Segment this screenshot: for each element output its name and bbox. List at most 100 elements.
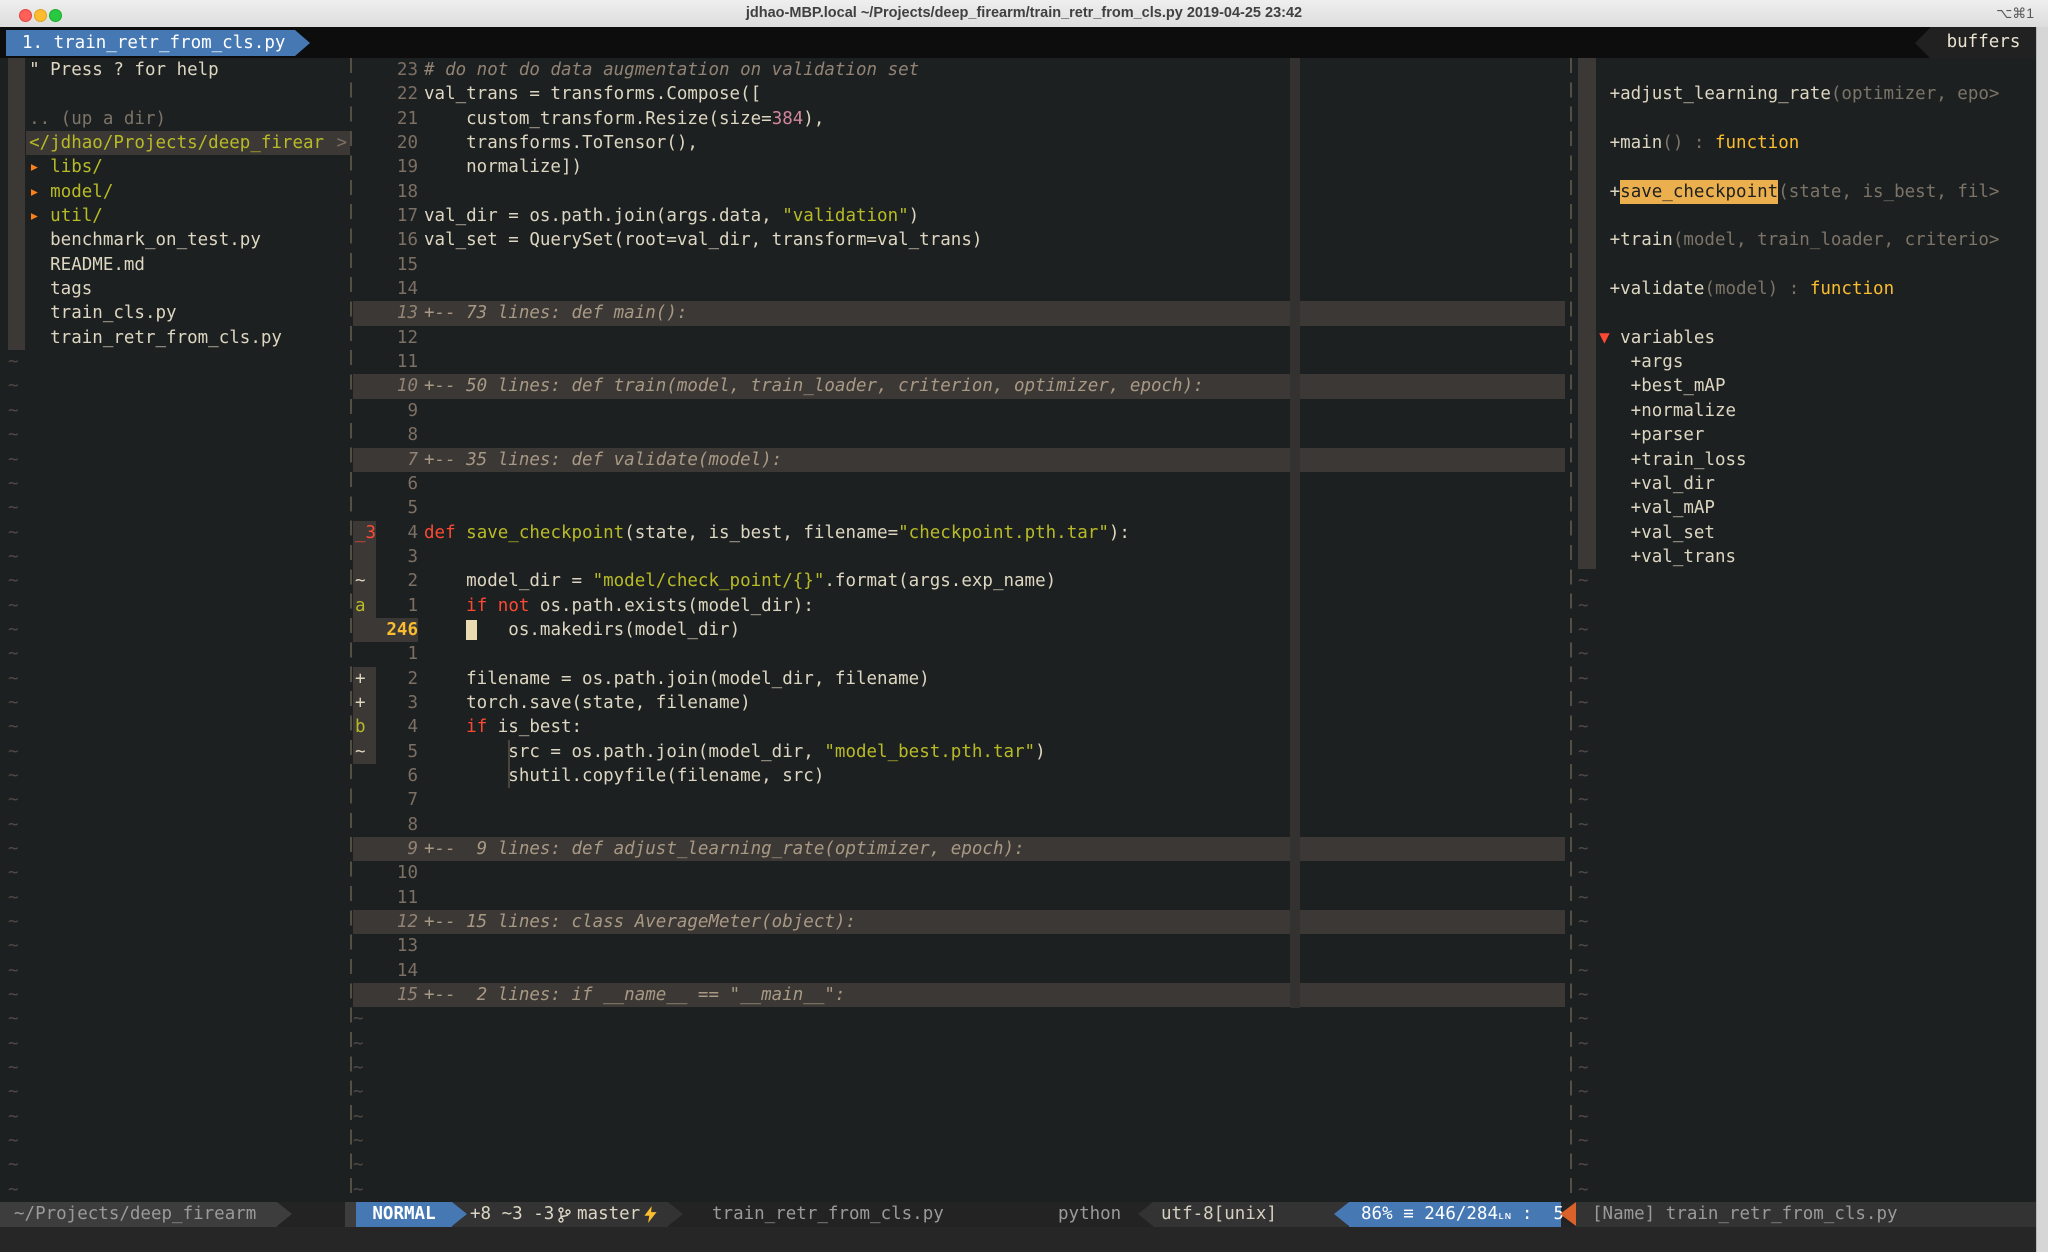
tagbar-item[interactable]: +train_loss [1574, 448, 2037, 472]
editor-line[interactable]: a1 if not os.path.exists(model_dir): [353, 594, 1565, 618]
tagbar-empty-line: ~ [1574, 1129, 2037, 1153]
editor-fold-line[interactable]: 10+-- 50 lines: def train(model, train_l… [353, 374, 1565, 398]
tagbar-item[interactable]: +val_trans [1574, 545, 2037, 569]
code-text: # do not do data augmentation on validat… [424, 58, 919, 82]
editor-line[interactable]: ~5 src = os.path.join(model_dir, "model_… [353, 740, 1565, 764]
vim-command-line[interactable] [0, 1227, 2037, 1252]
editor-line[interactable]: 14 [353, 277, 1565, 301]
statusline-filename: train_retr_from_cls.py [712, 1202, 944, 1227]
editor-fold-line[interactable]: 15+-- 2 lines: if __name__ == "__main__"… [353, 983, 1565, 1007]
editor-line[interactable]: 7 [353, 788, 1565, 812]
nerdtree-item[interactable]: ▸ libs/ [0, 155, 350, 179]
tagbar-item[interactable]: ▼ variables [1574, 326, 2037, 350]
nerdtree-pane[interactable]: " Press ? for help .. (up a dir) </jdhao… [0, 58, 350, 1202]
editor-line[interactable]: 15 [353, 253, 1565, 277]
editor-fold-line[interactable]: 7+-- 35 lines: def validate(model): [353, 448, 1565, 472]
tagbar-pane[interactable]: +adjust_learning_rate(optimizer, epo> +m… [1574, 58, 2037, 1202]
nerdtree-item[interactable] [0, 82, 350, 106]
code-text: custom_transform.Resize(size=384), [424, 107, 824, 131]
editor-line[interactable]: 10 [353, 861, 1565, 885]
nerdtree-item[interactable]: tags [0, 277, 350, 301]
tagbar-item[interactable] [1574, 107, 2037, 131]
text-segment: : [1778, 277, 1810, 301]
editor-line[interactable]: 3 [353, 545, 1565, 569]
tab-train-retr-from-cls[interactable]: 1. train_retr_from_cls.py [6, 30, 295, 56]
tagbar-item[interactable]: +main() : function [1574, 131, 2037, 155]
editor-fold-line[interactable]: 13+-- 73 lines: def main(): [353, 301, 1565, 325]
nerdtree-item[interactable]: ▸ util/ [0, 204, 350, 228]
nerdtree-scrollbar[interactable] [8, 58, 25, 350]
tagbar-item[interactable]: +args [1574, 350, 2037, 374]
nerdtree-item[interactable]: benchmark_on_test.py [0, 228, 350, 252]
editor-line[interactable]: 22val_trans = transforms.Compose([ [353, 82, 1565, 106]
nerdtree-item[interactable]: .. (up a dir) [0, 107, 350, 131]
editor-line[interactable]: 17val_dir = os.path.join(args.data, "val… [353, 204, 1565, 228]
editor-line[interactable]: 6 [353, 472, 1565, 496]
tagbar-item[interactable]: +val_set [1574, 521, 2037, 545]
editor-line[interactable]: 18 [353, 180, 1565, 204]
editor-fold-line[interactable]: 9+-- 9 lines: def adjust_learning_rate(o… [353, 837, 1565, 861]
empty-line-tilde: ~ [1578, 959, 1589, 983]
editor-line[interactable]: 11 [353, 350, 1565, 374]
empty-line-tilde: ~ [1578, 667, 1589, 691]
editor-pane[interactable]: 23# do not do data augmentation on valid… [353, 58, 1565, 1202]
editor-line[interactable]: ~2 model_dir = "model/check_point/{}".fo… [353, 569, 1565, 593]
nerdtree-item[interactable]: train_retr_from_cls.py [0, 326, 350, 350]
tagbar-item[interactable]: +val_dir [1574, 472, 2037, 496]
editor-line[interactable]: 11 [353, 886, 1565, 910]
nerdtree-item[interactable]: train_cls.py [0, 301, 350, 325]
vertical-split-right[interactable] [1570, 58, 1572, 1202]
editor-line[interactable]: b4 if is_best: [353, 715, 1565, 739]
editor-line[interactable]: 12 [353, 326, 1565, 350]
editor-line[interactable]: 13 [353, 934, 1565, 958]
editor-line[interactable]: 5 [353, 496, 1565, 520]
editor-line[interactable]: 20 transforms.ToTensor(), [353, 131, 1565, 155]
empty-line-tilde: ~ [353, 1178, 364, 1202]
code-text: +-- 50 lines: def train(model, train_loa… [424, 374, 1204, 398]
editor-line[interactable]: 16val_set = QuerySet(root=val_dir, trans… [353, 228, 1565, 252]
tagbar-item[interactable]: +train(model, train_loader, criterio> [1574, 228, 2037, 252]
nerdtree-empty-line: ~ [0, 594, 350, 618]
tagbar-item[interactable]: +adjust_learning_rate(optimizer, epo> [1574, 82, 2037, 106]
editor-line[interactable]: 1 [353, 642, 1565, 666]
tagbar-item[interactable] [1574, 58, 2037, 82]
editor-line[interactable]: 8 [353, 423, 1565, 447]
tagbar-item[interactable] [1574, 253, 2037, 277]
sign-column-cell [353, 861, 376, 885]
tagbar-item[interactable]: +save_checkpoint(state, is_best, fil> [1574, 180, 2037, 204]
tagbar-item[interactable]: +normalize [1574, 399, 2037, 423]
editor-line[interactable]: 21 custom_transform.Resize(size=384), [353, 107, 1565, 131]
nerdtree-empty-line: ~ [0, 934, 350, 958]
tagbar-item[interactable]: +best_mAP [1574, 374, 2037, 398]
nerdtree-status-path: ~/Projects/deep_firearm [0, 1202, 277, 1227]
editor-line[interactable]: _34def save_checkpoint(state, is_best, f… [353, 521, 1565, 545]
line-number: 1 [376, 642, 418, 666]
nerdtree-item[interactable]: </jdhao/Projects/deep_firear> [0, 131, 350, 155]
vertical-split-left[interactable] [350, 58, 352, 1202]
editor-line[interactable]: 14 [353, 959, 1565, 983]
tagbar-item[interactable] [1574, 155, 2037, 179]
editor-line[interactable]: 23# do not do data augmentation on valid… [353, 58, 1565, 82]
nerdtree-item[interactable]: " Press ? for help [0, 58, 350, 82]
editor-fold-line[interactable]: 12+-- 15 lines: class AverageMeter(objec… [353, 910, 1565, 934]
linenr-icon: ≡ [1403, 1204, 1414, 1224]
tagbar-item[interactable]: +parser [1574, 423, 2037, 447]
empty-line-tilde: ~ [8, 521, 19, 545]
editor-line[interactable]: 246 os.makedirs(model_dir) [353, 618, 1565, 642]
tagbar-item[interactable]: +validate(model) : function [1574, 277, 2037, 301]
tagbar-item[interactable] [1574, 301, 2037, 325]
buffers-arrow-separator [1915, 28, 1930, 58]
editor-line[interactable]: 9 [353, 399, 1565, 423]
tagbar-scrollbar[interactable] [1578, 58, 1596, 569]
editor-line[interactable]: 19 normalize]) [353, 155, 1565, 179]
tagbar-item[interactable] [1574, 204, 2037, 228]
terminal-scrollbar[interactable] [2036, 27, 2048, 1252]
editor-line[interactable]: 8 [353, 813, 1565, 837]
code-text: def save_checkpoint(state, is_best, file… [424, 521, 1130, 545]
editor-line[interactable]: +3 torch.save(state, filename) [353, 691, 1565, 715]
nerdtree-item[interactable]: README.md [0, 253, 350, 277]
nerdtree-item[interactable]: ▸ model/ [0, 180, 350, 204]
tagbar-item[interactable]: +val_mAP [1574, 496, 2037, 520]
editor-line[interactable]: 6 shutil.copyfile(filename, src) [353, 764, 1565, 788]
editor-line[interactable]: +2 filename = os.path.join(model_dir, fi… [353, 667, 1565, 691]
